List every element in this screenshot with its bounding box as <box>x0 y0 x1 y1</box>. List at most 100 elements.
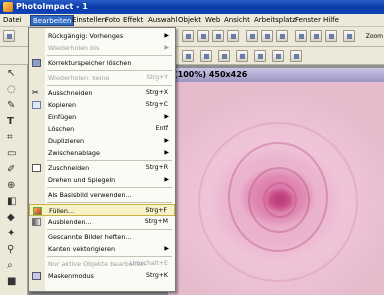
retouch-tool-icon[interactable]: ✦ <box>4 227 22 241</box>
attr-button-2[interactable] <box>200 50 212 62</box>
menu-item-label: Zuschneiden <box>48 164 90 172</box>
menu-separator <box>47 160 172 161</box>
menu-effekt[interactable]: Effekt <box>121 15 145 26</box>
eraser-icon <box>32 59 41 67</box>
menu-item-label: Einfügen <box>48 113 77 121</box>
menu-item-stitch[interactable]: Gescannte Bilder heften... <box>29 231 175 243</box>
tool-button-8[interactable] <box>295 30 307 42</box>
menu-item-clipboard[interactable]: Zwischenablage ▶ <box>29 147 175 159</box>
menu-ansicht[interactable]: Ansicht <box>222 15 252 26</box>
submenu-arrow-icon: ▶ <box>164 113 169 120</box>
menu-bearbeiten[interactable]: Bearbeiten <box>30 15 75 26</box>
menu-item-label: Kanten vektorigieren <box>48 245 116 253</box>
menu-item-copy[interactable]: Kopieren Strg+C <box>29 99 175 111</box>
menu-item-label: Korrekturspeicher löschen <box>48 59 132 67</box>
menu-auswahl[interactable]: Auswahl <box>146 15 179 26</box>
menu-item-fill[interactable]: Füllen... Strg+F <box>29 204 175 216</box>
pick-tool-icon[interactable]: ↖ <box>4 67 22 81</box>
eyedropper-tool-icon[interactable]: ⚲ <box>4 243 22 257</box>
menu-item-shortcut: Strg+X <box>145 89 168 96</box>
attr-button-3[interactable] <box>218 50 230 62</box>
menu-separator <box>47 55 172 56</box>
tool-button-1[interactable] <box>182 30 194 42</box>
lasso-tool-icon[interactable]: ◌ <box>4 83 22 97</box>
text-tool-icon[interactable]: T <box>4 115 22 129</box>
brush-tool-icon[interactable]: ✐ <box>4 163 22 177</box>
clone-tool-icon[interactable]: ⊕ <box>4 179 22 193</box>
petal-outline <box>198 122 358 282</box>
tool-button-7[interactable] <box>276 30 288 42</box>
menu-item-duplicate[interactable]: Duplizieren ▶ <box>29 135 175 147</box>
document-title-bar[interactable]: (100%) 450x426 <box>168 68 384 82</box>
tool-panel: ↖ ◌ ✎ T ⌗ ▭ ✐ ⊕ ◧ ◆ ✦ ⚲ ⌕ ■ <box>0 65 28 295</box>
tool-button-9[interactable] <box>310 30 322 42</box>
fill-icon <box>33 207 42 215</box>
menu-fenster[interactable]: Fenster <box>293 15 323 26</box>
menu-separator <box>47 70 172 71</box>
menu-separator <box>47 187 172 188</box>
color-swatch-icon[interactable]: ■ <box>4 275 22 289</box>
menu-item-vectorize-edges[interactable]: Kanten vektorigieren ▶ <box>29 243 175 255</box>
menu-arbeitsplatz[interactable]: Arbeitsplatz <box>252 15 298 26</box>
menu-web[interactable]: Web <box>203 15 222 26</box>
tool-button-2[interactable] <box>197 30 209 42</box>
menu-item-label: Wiederholen bis <box>48 44 100 52</box>
menu-item-label: Maskenmodus <box>48 272 94 280</box>
shape-tool-icon[interactable]: ▭ <box>4 147 22 161</box>
menu-item-label: Duplizieren <box>48 137 85 145</box>
crop-tool-icon[interactable]: ⌗ <box>4 131 22 145</box>
menu-hilfe[interactable]: Hilfe <box>321 15 341 26</box>
submenu-arrow-icon: ▶ <box>164 44 169 51</box>
menu-item-cut[interactable]: ✂ Ausschneiden Strg+X <box>29 87 175 99</box>
attr-button-5[interactable] <box>254 50 266 62</box>
menu-item-crop[interactable]: Zuschneiden Strg+R <box>29 162 175 174</box>
paint-tool-icon[interactable]: ✎ <box>4 99 22 113</box>
attr-button-6[interactable] <box>272 50 284 62</box>
submenu-arrow-icon: ▶ <box>164 137 169 144</box>
menu-item-shortcut: Entf <box>155 125 168 132</box>
menu-item-label: Löschen <box>48 125 75 133</box>
document-canvas[interactable] <box>168 82 384 295</box>
menu-item-shortcut: Strg+F <box>145 207 167 214</box>
attr-button-1[interactable] <box>182 50 194 62</box>
menu-item-mask-mode[interactable]: Maskenmodus Strg+K <box>29 270 175 282</box>
eraser-tool-icon[interactable]: ◧ <box>4 195 22 209</box>
scissors-icon: ✂ <box>32 88 39 97</box>
menu-foto[interactable]: Foto <box>103 15 122 26</box>
attr-button-4[interactable] <box>236 50 248 62</box>
tool-button-10[interactable] <box>325 30 337 42</box>
edit-menu-dropdown: Rückgängig: Vorhenges ▶ Wiederholen bis … <box>28 27 176 292</box>
menu-item-label: Gescannte Bilder heften... <box>48 233 132 241</box>
menu-separator <box>47 256 172 257</box>
menu-item-rotate-flip[interactable]: Drehen und Spiegeln ▶ <box>29 174 175 186</box>
tool-button-6[interactable] <box>261 30 273 42</box>
submenu-arrow-icon: ▶ <box>164 176 169 183</box>
menu-item-shortcut: Strg+R <box>145 164 168 171</box>
zoom-tool-icon[interactable]: ⌕ <box>4 259 22 273</box>
menu-datei[interactable]: Datei <box>1 15 24 26</box>
tool-button-5[interactable] <box>246 30 258 42</box>
tool-button-3[interactable] <box>212 30 224 42</box>
menu-item-edit-active-only[interactable]: Nur aktive Objekte bearbeiten Umschalt+E <box>29 258 175 270</box>
menu-item-redo-none[interactable]: Wiederholen: keine Strg+Y <box>29 72 175 84</box>
menu-item-label: Rückgängig: Vorhenges <box>48 32 124 40</box>
tool-button-11[interactable] <box>343 30 355 42</box>
menu-item-set-base-image[interactable]: Als Basisbild verwenden... <box>29 189 175 201</box>
title-bar: PhotoImpact - 1 <box>0 0 384 14</box>
menu-item-clear-undo[interactable]: Korrekturspeicher löschen <box>29 57 175 69</box>
new-file-icon[interactable] <box>3 30 15 42</box>
menu-separator <box>47 85 172 86</box>
menu-item-fade[interactable]: Ausblenden... Strg+M <box>29 216 175 228</box>
menu-objekt[interactable]: Objekt <box>176 15 203 26</box>
fill-tool-icon[interactable]: ◆ <box>4 211 22 225</box>
attr-button-7[interactable] <box>290 50 302 62</box>
menu-item-delete[interactable]: Löschen Entf <box>29 123 175 135</box>
menu-separator <box>47 229 172 230</box>
menu-item-redo-until[interactable]: Wiederholen bis ▶ <box>29 42 175 54</box>
menu-item-label: Als Basisbild verwenden... <box>48 191 132 199</box>
fade-icon <box>32 218 41 226</box>
menu-item-label: Drehen und Spiegeln <box>48 176 116 184</box>
menu-item-undo[interactable]: Rückgängig: Vorhenges ▶ <box>29 30 175 42</box>
menu-item-paste[interactable]: Einfügen ▶ <box>29 111 175 123</box>
tool-button-4[interactable] <box>227 30 239 42</box>
